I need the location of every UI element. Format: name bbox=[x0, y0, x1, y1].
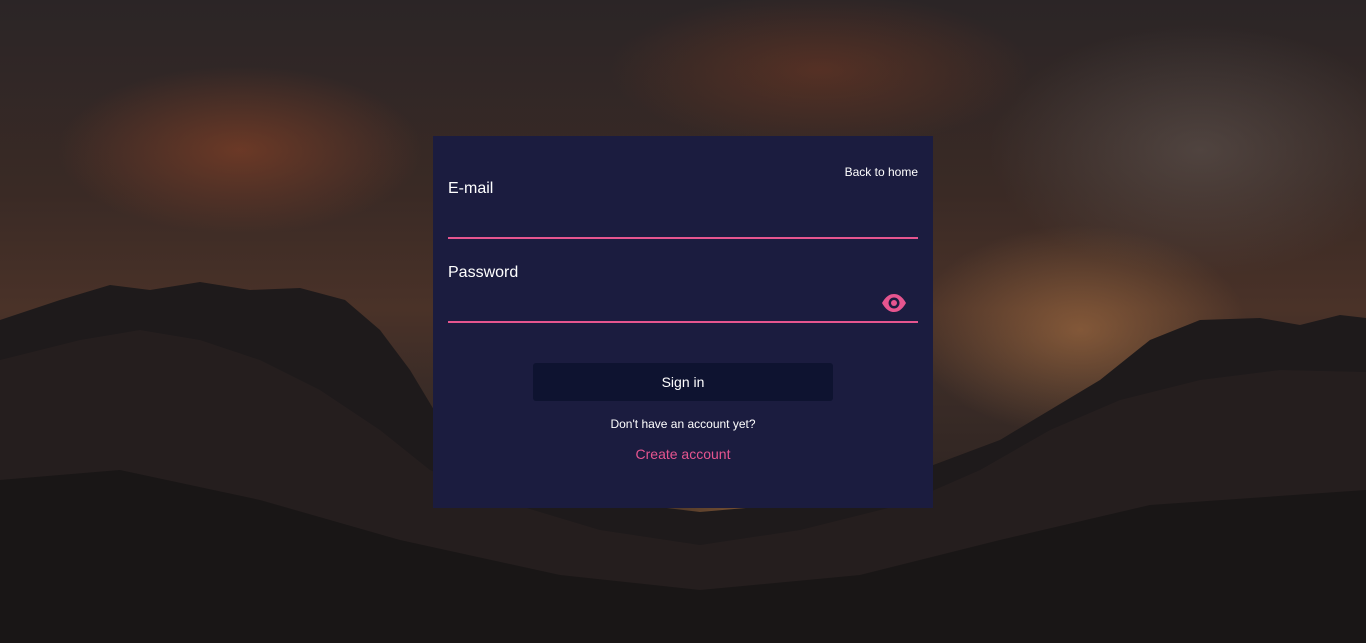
password-label: Password bbox=[448, 264, 519, 281]
eye-icon[interactable] bbox=[881, 291, 907, 315]
back-to-home-link[interactable]: Back to home bbox=[845, 165, 918, 179]
email-label: E-mail bbox=[448, 180, 494, 197]
create-account-link[interactable]: Create account bbox=[433, 446, 933, 462]
password-field[interactable] bbox=[448, 293, 918, 323]
no-account-text: Don't have an account yet? bbox=[610, 417, 756, 431]
email-field[interactable] bbox=[448, 209, 918, 239]
sign-in-button[interactable]: Sign in bbox=[533, 363, 833, 401]
login-card: Back to home E-mail Password Sign in Don… bbox=[433, 136, 933, 508]
